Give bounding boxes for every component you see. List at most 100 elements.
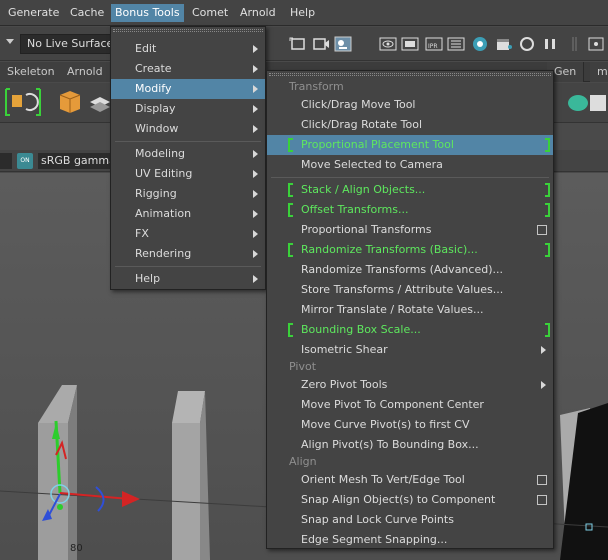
svg-text:IPR: IPR xyxy=(428,43,438,50)
separator-icon xyxy=(572,37,577,51)
submenu-arrow-icon xyxy=(253,45,258,53)
plane-icon[interactable] xyxy=(88,89,112,115)
frame-icon[interactable] xyxy=(312,36,330,52)
render-sequence-icon[interactable] xyxy=(447,36,465,52)
edge-segment-snapping[interactable]: Edge Segment Snapping... xyxy=(267,530,553,550)
hypershade-icon[interactable] xyxy=(471,36,489,52)
bonus-item-edit[interactable]: Edit xyxy=(111,39,265,59)
option-box-icon[interactable] xyxy=(537,475,547,485)
arnold-icon[interactable] xyxy=(518,36,536,52)
section-header-pivot: Pivot xyxy=(289,360,317,373)
bonus-item-help[interactable]: Help xyxy=(111,269,265,289)
move-selected-to-camera[interactable]: Move Selected to Camera xyxy=(267,155,553,175)
mirror-translate-rotate[interactable]: Mirror Translate / Rotate Values... xyxy=(267,300,553,320)
menu-generate[interactable]: Generate xyxy=(4,4,63,22)
randomize-transforms-basic[interactable]: Randomize Transforms (Basic)... xyxy=(267,240,553,260)
colorspace-toggle-button[interactable]: ON xyxy=(17,153,33,169)
offset-transforms[interactable]: Offset Transforms... xyxy=(267,200,553,220)
bonus-item-label: Modeling xyxy=(135,147,186,160)
ipr-icon[interactable]: IPR xyxy=(425,36,443,52)
orient-mesh-to-vert-edge-tool[interactable]: Orient Mesh To Vert/Edge Tool xyxy=(267,470,553,490)
menu-arnold[interactable]: Arnold xyxy=(236,4,280,22)
render-view-icon[interactable] xyxy=(401,36,419,52)
bonus-item-animation[interactable]: Animation xyxy=(111,204,265,224)
pause-icon[interactable] xyxy=(541,36,559,52)
snap-and-lock-curve-points[interactable]: Snap and Lock Curve Points xyxy=(267,510,553,530)
bracket-icon xyxy=(288,243,293,257)
bracket-icon xyxy=(545,138,550,152)
bonus-item-create[interactable]: Create xyxy=(111,59,265,79)
bonus-item-window[interactable]: Window xyxy=(111,119,265,139)
submenu-arrow-icon xyxy=(253,150,258,158)
menu-item-label: Offset Transforms... xyxy=(301,203,409,216)
bonus-item-uv-editing[interactable]: UV Editing xyxy=(111,164,265,184)
menu-comet[interactable]: Comet xyxy=(188,4,232,22)
bonus-item-rendering[interactable]: Rendering xyxy=(111,244,265,264)
menu-item-label: Store Transforms / Attribute Values... xyxy=(301,283,504,296)
section-header-align: Align xyxy=(289,455,317,468)
bonus-item-label: FX xyxy=(135,227,149,240)
bonus-item-fx[interactable]: FX xyxy=(111,224,265,244)
bonus-item-display[interactable]: Display xyxy=(111,99,265,119)
submenu-arrow-icon xyxy=(253,85,258,93)
bonus-item-modify[interactable]: Modify xyxy=(111,79,265,99)
shelf-tab-arnold[interactable]: Arnold xyxy=(60,62,111,82)
cube-icon[interactable] xyxy=(56,87,84,117)
bonus-item-modeling[interactable]: Modeling xyxy=(111,144,265,164)
menu-help[interactable]: Help xyxy=(286,4,319,22)
click-drag-rotate-tool[interactable]: Click/Drag Rotate Tool xyxy=(267,115,553,135)
bonus-item-label: Display xyxy=(135,102,176,115)
dropdown-arrow-icon[interactable] xyxy=(6,39,14,44)
option-box-icon[interactable] xyxy=(537,225,547,235)
isometric-shear[interactable]: Isometric Shear xyxy=(267,340,553,360)
bonus-item-label: Rendering xyxy=(135,247,192,260)
render-settings-icon[interactable] xyxy=(334,36,352,52)
bracket-icon xyxy=(545,323,550,337)
menu-item-label: Click/Drag Move Tool xyxy=(301,98,416,111)
bonus-item-label: UV Editing xyxy=(135,167,193,180)
tearoff-handle[interactable] xyxy=(269,73,551,76)
proportional-placement-tool[interactable]: Proportional Placement Tool xyxy=(267,135,553,155)
submenu-arrow-icon xyxy=(253,170,258,178)
render-region-icon[interactable] xyxy=(588,36,606,52)
move-curve-pivot-to-first-cv[interactable]: Move Curve Pivot(s) to first CV xyxy=(267,415,553,435)
bounding-box-scale[interactable]: Bounding Box Scale... xyxy=(267,320,553,340)
snap-align-objects-to-component[interactable]: Snap Align Object(s) to Component xyxy=(267,490,553,510)
clapper-icon[interactable] xyxy=(495,36,513,52)
menu-item-label: Mirror Translate / Rotate Values... xyxy=(301,303,484,316)
eye-icon[interactable] xyxy=(379,36,397,52)
randomize-transforms-advanced[interactable]: Randomize Transforms (Advanced)... xyxy=(267,260,553,280)
menu-bonus-tools[interactable]: Bonus Tools xyxy=(111,4,184,22)
tearoff-handle[interactable] xyxy=(113,29,263,32)
stack-align-objects[interactable]: Stack / Align Objects... xyxy=(267,180,553,200)
move-pivot-to-component-center[interactable]: Move Pivot To Component Center xyxy=(267,395,553,415)
menu-separator xyxy=(115,266,261,267)
viewport-field[interactable] xyxy=(0,153,12,169)
bracket-icon xyxy=(288,183,293,197)
shelf-tab-m[interactable]: m xyxy=(590,62,608,82)
bonus-item-label: Create xyxy=(135,62,172,75)
menu-item-label: Proportional Transforms xyxy=(301,223,432,236)
proportional-transforms[interactable]: Proportional Transforms xyxy=(267,220,553,240)
menu-item-label: Isometric Shear xyxy=(301,343,388,356)
modify-submenu: Transform Click/Drag Move Tool Click/Dra… xyxy=(266,70,554,549)
live-surface-dropdown[interactable]: No Live Surface xyxy=(20,34,112,54)
bonus-item-label: Animation xyxy=(135,207,192,220)
align-pivot-to-bounding-box[interactable]: Align Pivot(s) To Bounding Box... xyxy=(267,435,553,455)
option-box-icon[interactable] xyxy=(537,495,547,505)
store-transforms[interactable]: Store Transforms / Attribute Values... xyxy=(267,280,553,300)
shelf-tab-skeleton[interactable]: Skeleton xyxy=(0,62,63,82)
shelf-tool-icon[interactable] xyxy=(2,85,44,119)
submenu-arrow-icon xyxy=(253,230,258,238)
colorspace-dropdown[interactable]: sRGB gamma xyxy=(38,153,112,169)
menu-item-label: Move Pivot To Component Center xyxy=(301,398,484,411)
bracket-icon xyxy=(288,138,293,152)
menu-cache[interactable]: Cache xyxy=(66,4,108,22)
select-camera-icon[interactable] xyxy=(289,36,307,52)
click-drag-move-tool[interactable]: Click/Drag Move Tool xyxy=(267,95,553,115)
zero-pivot-tools[interactable]: Zero Pivot Tools xyxy=(267,375,553,395)
submenu-arrow-icon xyxy=(541,346,546,354)
bonus-item-rigging[interactable]: Rigging xyxy=(111,184,265,204)
menu-item-label: Move Curve Pivot(s) to first CV xyxy=(301,418,470,431)
shelf-shader-icon[interactable] xyxy=(566,91,606,115)
